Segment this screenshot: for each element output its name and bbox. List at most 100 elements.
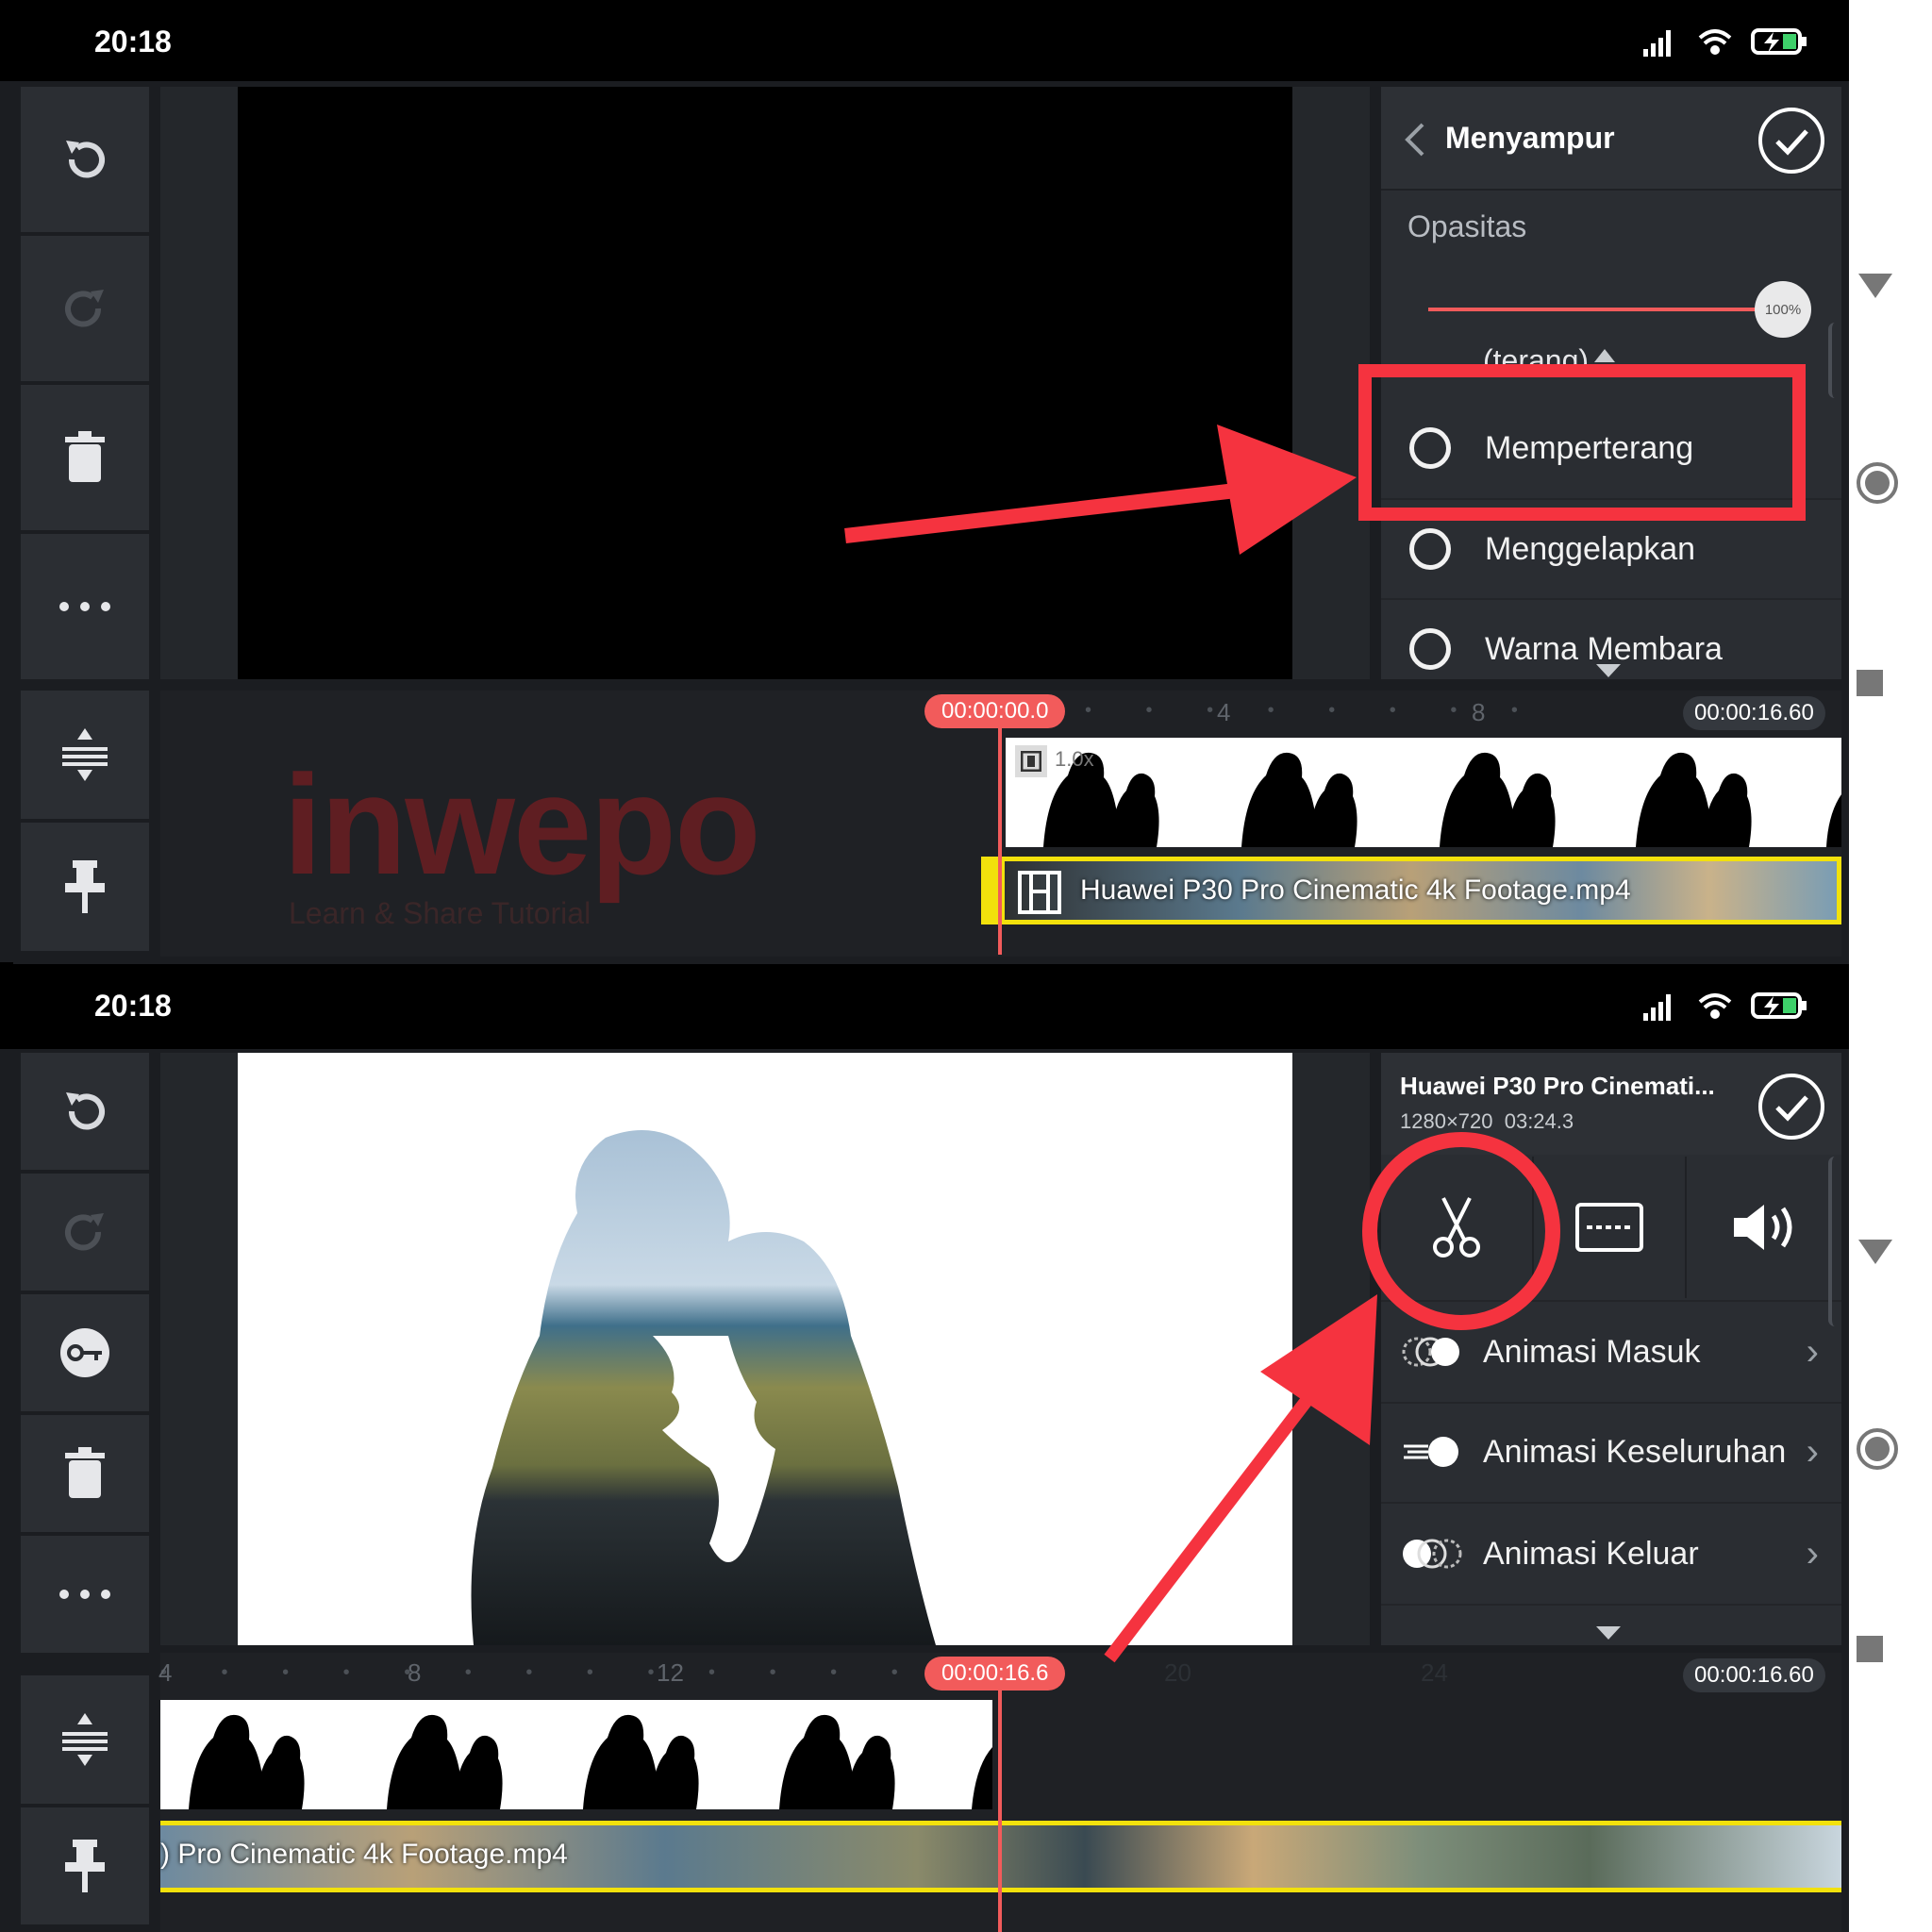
playhead-time: 00:00:16.6	[924, 1657, 1066, 1690]
pin-button[interactable]	[21, 1807, 149, 1926]
option-label: Warna Membara	[1485, 630, 1723, 667]
animation-overall-icon	[1404, 1437, 1458, 1467]
opacity-slider-track[interactable]	[1428, 308, 1787, 311]
confirm-check-icon[interactable]	[1757, 106, 1826, 175]
battery-icon	[1751, 28, 1807, 55]
main-video-clip[interactable]: Huawei P30 Pro Cinematic 4k Footage.mp4	[981, 857, 1841, 924]
end-time: 00:00:16.60	[1683, 1658, 1825, 1692]
timeline-fit-button[interactable]	[21, 1675, 149, 1806]
status-bar: 20:18	[0, 0, 1849, 81]
confirm-check-icon[interactable]	[1757, 1072, 1826, 1141]
opacity-label: Opasitas	[1407, 209, 1527, 243]
chevron-right-icon: ›	[1806, 1430, 1819, 1473]
undo-button[interactable]	[21, 87, 149, 234]
video-preview[interactable]	[238, 87, 1292, 679]
left-toolbar	[21, 1053, 149, 1926]
left-toolbar	[21, 87, 149, 953]
signal-icon	[1643, 994, 1671, 1021]
radio-button[interactable]	[1409, 528, 1451, 570]
screenshot-bottom: 20:18 Huawei P30 Pro Cinemati... 1280×72…	[0, 964, 1849, 1932]
back-triangle-icon[interactable]	[1855, 270, 1896, 302]
playhead-line[interactable]	[998, 1690, 1002, 1932]
keyframe-button[interactable]	[21, 1294, 149, 1413]
undo-icon	[66, 1092, 105, 1130]
redo-button[interactable]	[21, 236, 149, 383]
menu-label: Animasi Keluar	[1483, 1535, 1699, 1572]
wifi-icon	[1698, 993, 1732, 1019]
signal-icon	[1643, 30, 1671, 57]
recents-square-icon[interactable]	[1855, 1634, 1885, 1664]
radio-button[interactable]	[1409, 628, 1451, 670]
ruler-tick: 8	[1472, 698, 1486, 726]
panel-title: Menyampur	[1445, 121, 1615, 155]
clip-meta: 1280×720 03:24.3	[1400, 1109, 1574, 1133]
back-chevron-icon[interactable]	[1404, 123, 1426, 157]
blend-option-warna-membara[interactable]: Warna Membara	[1381, 600, 1841, 698]
option-label: Menggelapkan	[1485, 530, 1696, 567]
pin-icon	[65, 860, 105, 913]
clip-title: Huawei P30 Pro Cinemati...	[1400, 1072, 1715, 1100]
annotation-arrow	[844, 425, 1357, 555]
panel-scrollbar[interactable]	[1828, 1157, 1841, 1326]
redo-button[interactable]	[21, 1174, 149, 1292]
undo-icon	[66, 141, 105, 178]
undo-button[interactable]	[21, 1053, 149, 1172]
scroll-down-icon	[1596, 664, 1621, 677]
timeline-ruler: • • • • • • • • • • • • • • • • • • • • …	[160, 1662, 915, 1683]
opacity-slider-thumb[interactable]: 100%	[1755, 281, 1811, 338]
playhead-line[interactable]	[998, 728, 1002, 955]
redo-icon	[65, 1213, 104, 1251]
back-triangle-icon[interactable]	[1855, 1236, 1896, 1268]
panel-scrollbar[interactable]	[1828, 323, 1841, 398]
menu-animasi-keluar[interactable]: Animasi Keluar ›	[1381, 1504, 1841, 1606]
recents-square-icon[interactable]	[1855, 668, 1885, 698]
status-icons	[1643, 28, 1807, 57]
timeline-ruler: • • • • • • • • • • • • • • • • • •	[1085, 700, 1557, 721]
menu-label: Animasi Keseluruhan	[1483, 1433, 1787, 1470]
timeline-area: • • • • • • • • • • • • • • • • • • • • …	[158, 1653, 1841, 1932]
pin-button[interactable]	[21, 823, 149, 953]
playhead-time: 00:00:00.0	[924, 694, 1066, 728]
end-time: 00:00:16.60	[1683, 696, 1825, 730]
watermark-tagline: Learn & Share Tutorial	[289, 896, 591, 930]
watermark-logo: inwepo	[283, 745, 761, 904]
more-button[interactable]	[21, 1536, 149, 1655]
key-icon	[60, 1328, 109, 1377]
animation-out-icon	[1403, 1539, 1462, 1569]
home-circle-icon[interactable]	[1855, 1426, 1900, 1472]
menu-animasi-keseluruhan[interactable]: Animasi Keseluruhan ›	[1381, 1402, 1841, 1504]
panel-header: Menyampur	[1381, 87, 1841, 191]
ruler-tick: 4	[158, 1658, 173, 1687]
menu-label: Animasi Masuk	[1483, 1333, 1701, 1370]
animation-in-icon	[1402, 1337, 1459, 1367]
layer-speed: 1.0x	[1055, 747, 1094, 771]
wifi-icon	[1698, 29, 1732, 55]
overlay-layer-clip[interactable]: 1.0x	[1006, 738, 1841, 847]
delete-button[interactable]	[21, 1415, 149, 1534]
scroll-down-icon	[1596, 1626, 1621, 1640]
chevron-right-icon: ›	[1806, 1330, 1819, 1373]
redo-icon	[65, 290, 104, 327]
main-clip-name: ) Pro Cinematic 4k Footage.mp4	[160, 1839, 568, 1870]
delete-button[interactable]	[21, 385, 149, 532]
status-icons	[1643, 992, 1807, 1021]
volume-button[interactable]	[1687, 1157, 1841, 1298]
layer-clip-icon	[1015, 745, 1047, 777]
screenshot-top: 20:18 Menyampur Opasitas 100% (terang) M…	[0, 0, 1849, 964]
partial-list-item: (terang)	[1381, 338, 1841, 366]
ruler-tick: 24	[1421, 1658, 1448, 1687]
timeline-area: 00:00:00.0 • • • • • • • • • • • • • • •…	[160, 691, 1841, 957]
timeline-expand-icon	[62, 728, 108, 781]
film-icon	[1018, 871, 1061, 914]
timeline-fit-button[interactable]	[21, 691, 149, 821]
status-time: 20:18	[94, 25, 172, 58]
home-circle-icon[interactable]	[1855, 460, 1900, 506]
ruler-tick: 12	[657, 1658, 684, 1687]
highlight-box	[1358, 364, 1806, 521]
status-bar: 20:18	[0, 964, 1849, 1049]
more-button[interactable]	[21, 534, 149, 681]
silhouette-thumbnails	[189, 1714, 992, 1809]
status-time: 20:18	[94, 989, 172, 1023]
scroll-up-icon	[1594, 349, 1615, 362]
overlay-layer-clip[interactable]	[160, 1700, 992, 1809]
